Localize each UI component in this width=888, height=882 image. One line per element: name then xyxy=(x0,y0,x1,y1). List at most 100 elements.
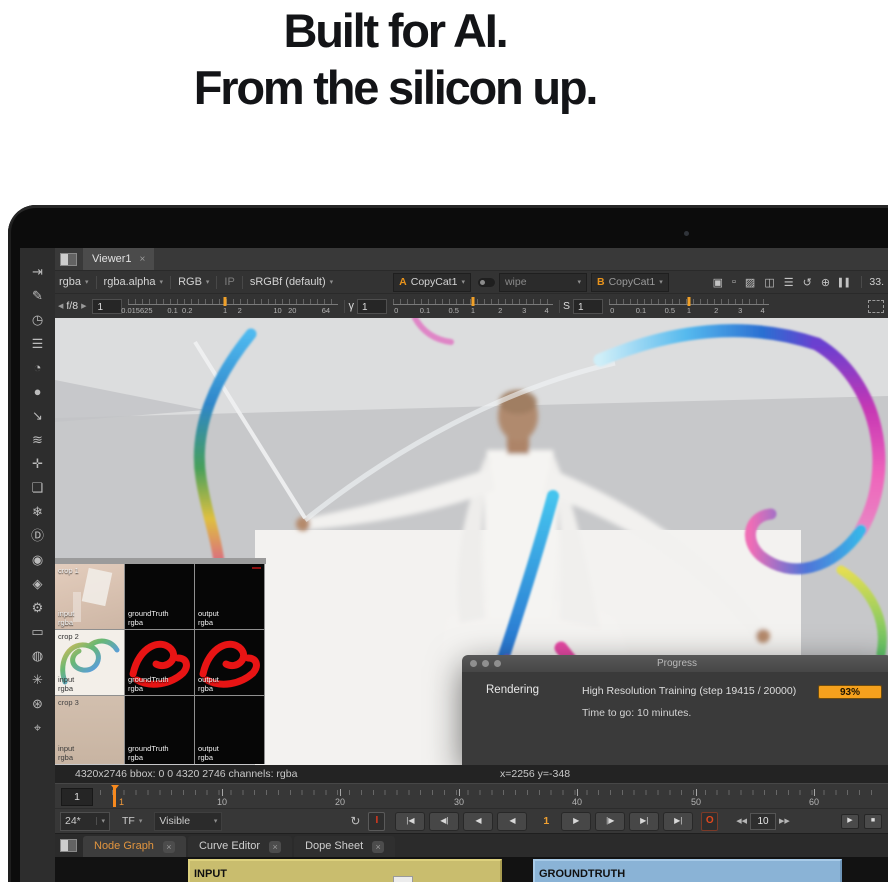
views-tool-icon[interactable]: ◉ xyxy=(20,548,55,572)
saturation-input[interactable]: 1 xyxy=(573,299,603,314)
furnace-tool-icon[interactable]: ◍ xyxy=(20,644,55,668)
timeline-ruler[interactable] xyxy=(100,790,880,795)
draw-tool-icon[interactable]: ✎ xyxy=(20,284,55,308)
flipbook-stop-icon[interactable]: ■ xyxy=(864,814,882,829)
cattery-tool-icon[interactable]: ⊛ xyxy=(20,692,55,716)
fps-select[interactable]: 24* ▾ xyxy=(60,812,110,831)
prev-keyframe-button[interactable]: ◀| xyxy=(429,812,459,831)
a-input-select[interactable]: A CopyCat1 ▾ xyxy=(393,273,471,292)
next-keyframe-button[interactable]: ▶| xyxy=(629,812,659,831)
toolsets-tool-icon[interactable]: ⚙ xyxy=(20,596,55,620)
display-select[interactable]: RGB▾ xyxy=(174,276,213,288)
sparkles-tool-icon[interactable]: ✳ xyxy=(20,668,55,692)
zoom-window-icon[interactable] xyxy=(494,660,501,667)
node[interactable] xyxy=(393,876,413,882)
close-icon[interactable]: × xyxy=(269,841,281,853)
loop-mode-icon[interactable]: ↻ xyxy=(350,814,360,828)
proxymode-icon[interactable]: ▨ xyxy=(745,276,755,289)
node-graph[interactable]: INPUT GROUNDTRUTH xyxy=(55,857,888,882)
crop1-groundtruth-cell[interactable]: groundTruthrgba xyxy=(125,564,195,630)
3d-tool-icon[interactable]: ❏ xyxy=(20,476,55,500)
crop3-groundtruth-cell[interactable]: groundTruthrgba xyxy=(125,696,195,764)
roi-icon[interactable] xyxy=(868,300,884,313)
layer-select[interactable]: rgba▾ xyxy=(55,276,93,288)
progress-dialog-titlebar[interactable]: Progress xyxy=(462,655,888,672)
increment-icon[interactable]: ▶▶ xyxy=(779,817,790,825)
tab-dope-sheet[interactable]: Dope Sheet × xyxy=(294,836,395,857)
frame-increment-field[interactable]: 10 xyxy=(750,813,776,830)
stack-icon[interactable]: ☰ xyxy=(784,276,794,289)
gain-input[interactable]: 1 xyxy=(92,299,122,314)
pause-icon[interactable]: ▌▌ xyxy=(839,278,852,287)
current-frame[interactable]: 1 xyxy=(543,815,549,827)
crop2-output-cell[interactable]: outputrgba xyxy=(195,630,265,696)
target-tool-icon[interactable]: ⌖ xyxy=(20,716,55,740)
close-icon[interactable]: × xyxy=(372,841,384,853)
crop2-groundtruth-cell[interactable]: groundTruthrgba xyxy=(125,630,195,696)
channel-tool-icon[interactable]: ☰ xyxy=(20,332,55,356)
in-point-button[interactable]: I xyxy=(368,812,385,831)
deep-tool-icon[interactable]: Ⓓ xyxy=(20,524,55,548)
flipbook-play-icon[interactable]: ▶ xyxy=(841,814,859,829)
crop1-output-cell[interactable]: outputrgba xyxy=(195,564,265,630)
range-select[interactable]: Visible ▾ xyxy=(154,812,222,831)
merge-tool-icon[interactable]: ≋ xyxy=(20,428,55,452)
metadata-tool-icon[interactable]: ◈ xyxy=(20,572,55,596)
wipe-mode-select[interactable]: wipe ▾ xyxy=(499,273,587,292)
tab-viewer1[interactable]: Viewer1× xyxy=(83,248,154,270)
filter-tool-icon[interactable]: ● xyxy=(20,380,55,404)
go-to-end-button[interactable]: ▶| xyxy=(663,812,693,831)
lut-select[interactable]: sRGBf (default)▾ xyxy=(246,276,337,288)
tab-node-graph[interactable]: Node Graph × xyxy=(83,836,186,857)
timeline[interactable]: 1 10 20 30 40 50 60 1 xyxy=(55,783,888,808)
play-backward-button[interactable]: ◀ xyxy=(463,812,493,831)
out-point-button[interactable]: O xyxy=(701,812,718,831)
other-tool-icon[interactable]: ▭ xyxy=(20,620,55,644)
timeline-frame-field[interactable]: 1 xyxy=(61,788,93,806)
pane-split-icon[interactable] xyxy=(60,253,77,266)
close-icon[interactable]: × xyxy=(163,841,175,853)
gain-marker[interactable] xyxy=(224,297,227,306)
crop3-output-cell[interactable]: outputrgba xyxy=(195,696,265,764)
step-forward-button[interactable]: |▶ xyxy=(595,812,625,831)
wipe-toggle[interactable] xyxy=(478,278,495,287)
play-button[interactable]: ▶ xyxy=(561,812,591,831)
input-process-toggle[interactable]: IP xyxy=(220,276,238,288)
crop2-input-cell[interactable]: crop 2 inputrgba xyxy=(55,630,125,696)
transform-tool-icon[interactable]: ✛ xyxy=(20,452,55,476)
particles-tool-icon[interactable]: ❄ xyxy=(20,500,55,524)
image-tool-icon[interactable]: ⇥ xyxy=(20,260,55,284)
decrement-icon[interactable]: ◀◀ xyxy=(736,817,747,825)
progress-dialog[interactable]: Progress Rendering High Resolution Train… xyxy=(462,655,888,765)
color-tool-icon[interactable]: ◔ xyxy=(20,356,55,380)
keyer-tool-icon[interactable]: ↘ xyxy=(20,404,55,428)
gamma-slider[interactable]: 0 0.1 0.5 1 2 3 4 xyxy=(393,295,553,317)
backdrop-input[interactable]: INPUT xyxy=(188,859,502,882)
time-tool-icon[interactable]: ◷ xyxy=(20,308,55,332)
alpha-select[interactable]: rgba.alpha▾ xyxy=(100,276,168,288)
update-icon[interactable]: ⊕ xyxy=(821,276,830,289)
saturation-marker[interactable] xyxy=(687,297,690,306)
minimize-window-icon[interactable] xyxy=(482,660,489,667)
go-to-start-button[interactable]: |◀ xyxy=(395,812,425,831)
tab-curve-editor[interactable]: Curve Editor × xyxy=(188,836,292,857)
gamma-marker[interactable] xyxy=(471,297,474,306)
refresh-icon[interactable]: ↺ xyxy=(803,276,812,289)
gamma-input[interactable]: 1 xyxy=(357,299,387,314)
viewer-image[interactable]: crop 1 inputrgba groundTruthrgba outputr… xyxy=(55,318,888,765)
close-icon[interactable]: × xyxy=(140,254,146,265)
close-window-icon[interactable] xyxy=(470,660,477,667)
gain-prev-icon[interactable]: ◀ xyxy=(55,302,66,310)
saturation-slider[interactable]: 0 0.1 0.5 1 2 3 4 xyxy=(609,295,769,317)
gain-slider[interactable]: 0.015625 0.1 0.2 1 2 10 20 64 xyxy=(128,295,338,317)
timeline-mode-select[interactable]: TF▾ xyxy=(118,815,146,827)
b-input-select[interactable]: B CopyCat1 ▾ xyxy=(591,273,669,292)
gain-next-icon[interactable]: ▶ xyxy=(78,302,89,310)
crop3-input-cell[interactable]: crop 3 inputrgba xyxy=(55,696,125,764)
backdrop-groundtruth[interactable]: GROUNDTRUTH xyxy=(533,859,842,882)
step-back-button[interactable]: ◀ xyxy=(497,812,527,831)
proxyframe-icon[interactable]: ▫ xyxy=(732,276,736,288)
fullframe-icon[interactable]: ▣ xyxy=(713,276,723,289)
pane-split-icon[interactable] xyxy=(60,839,77,852)
wipescreens-icon[interactable]: ◫ xyxy=(764,276,774,289)
